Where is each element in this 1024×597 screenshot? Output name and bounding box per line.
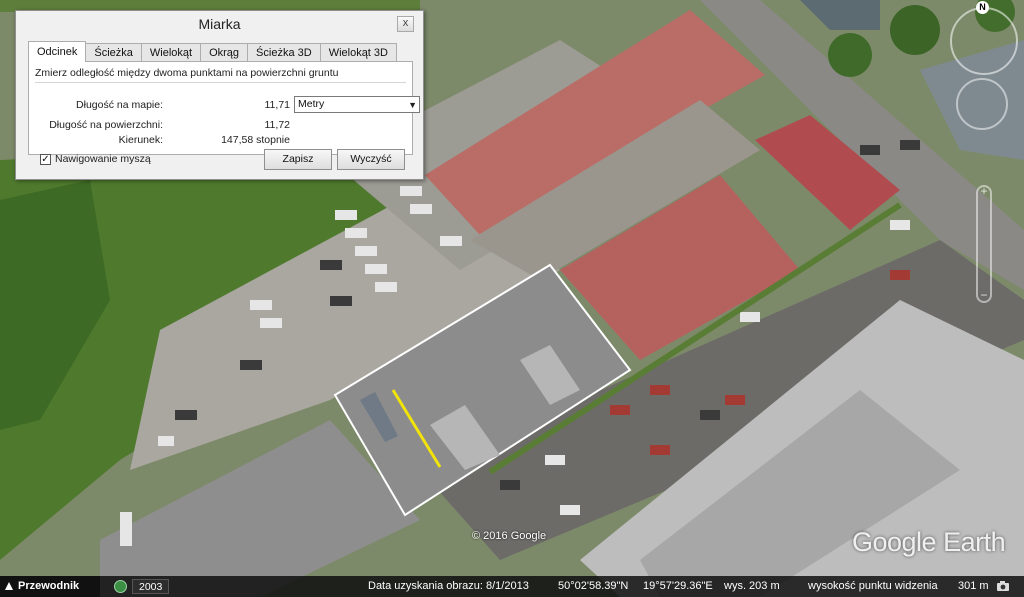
divider bbox=[35, 82, 406, 83]
compass-ring[interactable] bbox=[950, 7, 1018, 75]
dialog-title: Miarka bbox=[198, 16, 241, 32]
ruler-dialog: Miarka x Odcinek Ścieżka Wielokąt Okrąg … bbox=[15, 10, 424, 180]
tab-polygon-3d[interactable]: Wielokąt 3D bbox=[319, 43, 397, 62]
units-select[interactable]: Metry ▼ bbox=[294, 96, 420, 113]
measure-tabs: Odcinek Ścieżka Wielokąt Okrąg Ścieżka 3… bbox=[28, 41, 397, 62]
clear-button[interactable]: Wyczyść bbox=[337, 149, 405, 170]
units-selected: Metry bbox=[298, 98, 325, 110]
zoom-slider[interactable] bbox=[976, 185, 992, 303]
longitude-readout: 19°57'29.36"E bbox=[643, 580, 713, 592]
mouse-nav-label: Nawigowanie myszą bbox=[55, 153, 151, 165]
imagery-date: Data uzyskania obrazu: 8/1/2013 bbox=[368, 580, 529, 592]
close-button[interactable]: x bbox=[397, 16, 414, 32]
eye-altitude-value: 301 m bbox=[958, 580, 989, 592]
surface-length-value: 11,72 bbox=[264, 119, 291, 131]
look-joystick[interactable] bbox=[956, 78, 1008, 130]
mouse-nav-checkbox[interactable]: ✓ bbox=[40, 154, 51, 165]
camera-icon[interactable] bbox=[996, 580, 1010, 592]
imagery-year[interactable]: 2003 bbox=[132, 579, 170, 594]
eye-altitude-label: wysokość punktu widzenia bbox=[808, 580, 938, 592]
elevation-readout: wys. 203 m bbox=[724, 580, 780, 592]
save-button[interactable]: Zapisz bbox=[264, 149, 332, 170]
tab-segment[interactable]: Odcinek bbox=[28, 41, 87, 62]
triangle-up-icon bbox=[5, 582, 13, 590]
surface-length-label: Długość na powierzchni: bbox=[49, 119, 163, 131]
dropdown-arrow-icon: ▼ bbox=[408, 100, 417, 110]
latitude-readout: 50°02'58.39"N bbox=[558, 580, 629, 592]
tab-path[interactable]: Ścieżka bbox=[85, 43, 142, 62]
tour-guide-button[interactable]: Przewodnik bbox=[0, 576, 100, 597]
zoom-out-icon[interactable]: − bbox=[978, 289, 990, 301]
tab-circle[interactable]: Okrąg bbox=[200, 43, 249, 62]
historical-imagery-icon[interactable] bbox=[114, 580, 127, 593]
map-length-label: Długość na mapie: bbox=[76, 99, 163, 111]
tab-path-3d[interactable]: Ścieżka 3D bbox=[247, 43, 321, 62]
tour-guide-label: Przewodnik bbox=[18, 580, 80, 592]
zoom-in-icon[interactable]: + bbox=[978, 185, 990, 197]
tab-polygon[interactable]: Wielokąt bbox=[140, 43, 202, 62]
google-earth-logo: Google Earth bbox=[852, 527, 1006, 557]
panel-description: Zmierz odległość między dwoma punktami n… bbox=[35, 67, 339, 79]
heading-value: 147,58 stopnie bbox=[221, 134, 290, 146]
map-length-value: 11,71 bbox=[264, 99, 291, 111]
segment-panel: Zmierz odległość między dwoma punktami n… bbox=[28, 61, 420, 155]
north-indicator[interactable]: N bbox=[976, 1, 989, 14]
heading-label: Kierunek: bbox=[118, 134, 163, 146]
status-bar: Przewodnik 2003 Data uzyskania obrazu: 8… bbox=[0, 576, 1024, 597]
copyright-notice: © 2016 Google bbox=[472, 530, 547, 542]
